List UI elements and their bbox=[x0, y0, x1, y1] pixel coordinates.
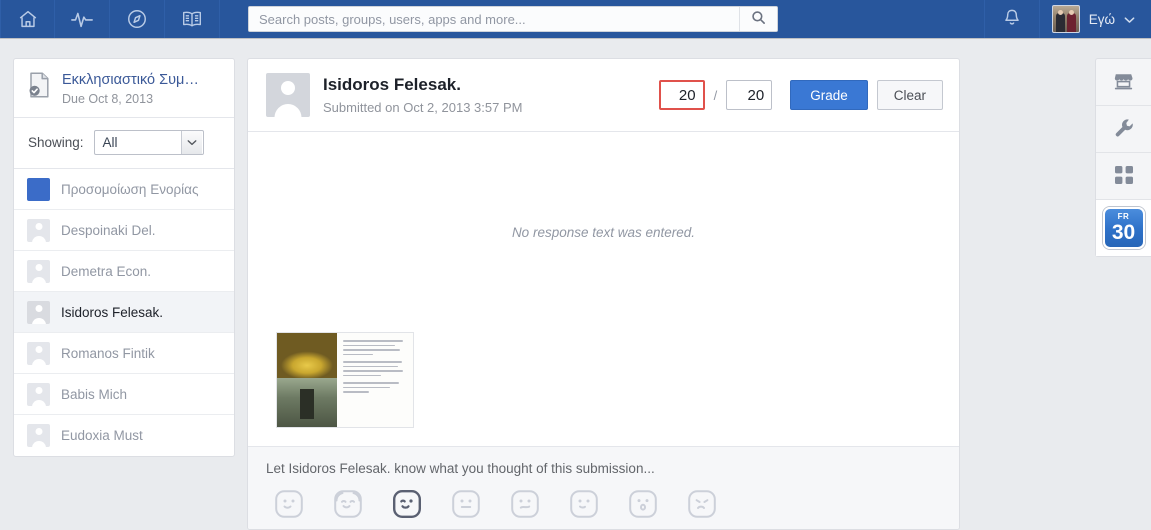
emoji-happy-hug[interactable] bbox=[333, 489, 363, 519]
user-avatar-placeholder-icon bbox=[27, 259, 50, 283]
grading-controls: / Grade Clear bbox=[658, 80, 943, 110]
emoji-reaction-row bbox=[266, 489, 941, 519]
assignment-sidebar: Εκκλησιαστικό Συμ… Due Oct 8, 2013 Showi… bbox=[13, 58, 235, 457]
thumbnail-photos bbox=[277, 333, 337, 427]
compass-icon bbox=[126, 8, 148, 30]
thumbnail-handwriting bbox=[337, 333, 413, 427]
student-name: Προσομοίωση Ενορίας bbox=[61, 181, 199, 197]
emoji-smile[interactable] bbox=[274, 489, 304, 519]
student-list-item[interactable]: Προσομοίωση Ενορίας bbox=[14, 169, 234, 210]
wrench-icon bbox=[1113, 117, 1135, 142]
student-list-item[interactable]: Romanos Fintik bbox=[14, 333, 234, 374]
student-list-item[interactable]: Isidoros Felesak. bbox=[14, 292, 234, 333]
student-name: Isidoros Felesak. bbox=[61, 304, 164, 320]
rail-tools-button[interactable] bbox=[1096, 106, 1151, 153]
search-input[interactable] bbox=[249, 7, 739, 31]
rail-apps-button[interactable] bbox=[1096, 153, 1151, 200]
chevron-down-icon bbox=[180, 131, 202, 154]
grade-score-input[interactable] bbox=[658, 80, 705, 110]
notifications-button[interactable] bbox=[983, 0, 1040, 38]
nav-right-group: Εγώ bbox=[983, 0, 1151, 38]
assignment-header: Εκκλησιαστικό Συμ… Due Oct 8, 2013 bbox=[14, 59, 234, 118]
account-label: Εγώ bbox=[1088, 11, 1115, 27]
attachment-list bbox=[248, 332, 959, 446]
nav-activity-button[interactable] bbox=[55, 0, 110, 38]
home-icon bbox=[17, 8, 39, 30]
grade-max-input[interactable] bbox=[726, 80, 773, 110]
emoji-unsure[interactable] bbox=[510, 489, 540, 519]
user-avatar-placeholder-icon bbox=[27, 218, 50, 242]
response-text-area: No response text was entered. bbox=[248, 132, 959, 332]
open-book-icon bbox=[180, 8, 204, 30]
emoji-neutral[interactable] bbox=[451, 489, 481, 519]
group-avatar-icon bbox=[27, 177, 50, 201]
student-submission-list: Προσομοίωση Ενορίας Despoinaki Del. Demetr… bbox=[14, 169, 234, 456]
student-list-item[interactable]: Despoinaki Del. bbox=[14, 210, 234, 251]
rail-store-button[interactable] bbox=[1096, 59, 1151, 106]
user-avatar-placeholder-icon bbox=[27, 382, 50, 406]
grid-apps-icon bbox=[1114, 165, 1134, 188]
showing-filter-row: Showing: All bbox=[14, 118, 234, 169]
student-name: Babis Mich bbox=[61, 386, 128, 402]
grade-separator: / bbox=[713, 87, 718, 103]
search-submit-button[interactable] bbox=[739, 7, 777, 31]
search-icon bbox=[751, 10, 766, 28]
calendar-icon: FR 30 bbox=[1102, 206, 1145, 249]
emoji-sad[interactable] bbox=[687, 489, 717, 519]
notification-bell-icon bbox=[1002, 7, 1022, 31]
emoji-wink[interactable] bbox=[392, 489, 422, 519]
user-avatar-placeholder-icon bbox=[27, 341, 50, 365]
showing-label: Showing: bbox=[28, 135, 84, 150]
nav-resources-button[interactable] bbox=[165, 0, 220, 38]
store-icon bbox=[1112, 70, 1135, 95]
nav-explore-button[interactable] bbox=[110, 0, 165, 38]
student-list-item[interactable]: Babis Mich bbox=[14, 374, 234, 415]
grade-button[interactable]: Grade bbox=[790, 80, 868, 110]
search-box[interactable] bbox=[248, 6, 778, 32]
showing-selected-value: All bbox=[102, 135, 118, 150]
comment-input[interactable]: Let Isidoros Felesak. know what you thou… bbox=[266, 461, 941, 476]
student-list-item[interactable]: Demetra Econ. bbox=[14, 251, 234, 292]
comment-footer: Let Isidoros Felesak. know what you thou… bbox=[248, 446, 959, 529]
assignment-document-icon bbox=[27, 71, 52, 106]
user-avatar-photo bbox=[1051, 5, 1080, 33]
student-name: Demetra Econ. bbox=[61, 263, 152, 279]
account-menu-button[interactable]: Εγώ bbox=[1040, 0, 1151, 38]
no-response-message: No response text was entered. bbox=[511, 224, 696, 240]
student-list-item[interactable]: Eudoxia Must bbox=[14, 415, 234, 456]
activity-pulse-icon bbox=[70, 8, 94, 30]
rail-calendar-button[interactable]: FR 30 bbox=[1096, 200, 1151, 256]
user-avatar-placeholder-icon bbox=[27, 424, 50, 447]
submission-panel: Isidoros Felesak. Submitted on Oct 2, 20… bbox=[247, 58, 960, 530]
assignment-title[interactable]: Εκκλησιαστικό Συμ… bbox=[62, 72, 199, 88]
clear-button[interactable]: Clear bbox=[876, 80, 943, 110]
nav-home-button[interactable] bbox=[0, 0, 55, 38]
assignment-due-date: Due Oct 8, 2013 bbox=[62, 92, 154, 106]
showing-select[interactable]: All bbox=[93, 130, 204, 155]
top-navigation-bar: Εγώ bbox=[0, 0, 1151, 38]
chevron-down-icon bbox=[1124, 12, 1135, 27]
submission-student-name: Isidoros Felesak. bbox=[323, 75, 461, 94]
calendar-day-number: 30 bbox=[1111, 220, 1136, 244]
mosaic-photo bbox=[277, 333, 337, 378]
search-area bbox=[248, 0, 778, 38]
student-name: Eudoxia Must bbox=[61, 428, 143, 443]
user-avatar-placeholder-icon bbox=[266, 73, 310, 117]
student-name: Despoinaki Del. bbox=[61, 222, 156, 238]
emoji-slight-smile[interactable] bbox=[569, 489, 599, 519]
student-name: Romanos Fintik bbox=[61, 345, 155, 361]
submission-timestamp: Submitted on Oct 2, 2013 3:57 PM bbox=[323, 100, 523, 115]
submission-header: Isidoros Felesak. Submitted on Oct 2, 20… bbox=[248, 59, 959, 132]
right-sidebar-rail: FR 30 bbox=[1095, 58, 1151, 257]
emoji-surprised[interactable] bbox=[628, 489, 658, 519]
submission-thumbnail[interactable] bbox=[276, 332, 414, 428]
calendar-day-of-week: FR bbox=[1117, 211, 1130, 221]
user-avatar-placeholder-icon bbox=[27, 300, 50, 324]
church-photo bbox=[277, 377, 337, 427]
